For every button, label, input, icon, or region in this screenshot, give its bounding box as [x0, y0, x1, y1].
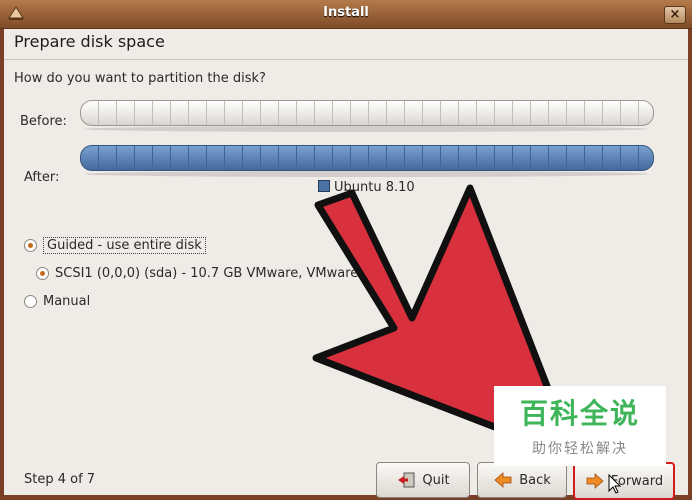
quit-icon [398, 472, 415, 488]
after-partition-bar [80, 145, 654, 171]
heading-divider [4, 59, 688, 60]
before-partition-bar [80, 100, 654, 126]
legend-swatch [318, 180, 330, 192]
quit-button[interactable]: Quit [376, 462, 470, 498]
watermark-title: 百科全说 [519, 397, 640, 430]
disk-radio[interactable] [36, 267, 49, 280]
step-indicator: Step 4 of 7 [24, 472, 96, 487]
title-bar: Install × [0, 0, 692, 29]
disk-option[interactable]: SCSI1 (0,0,0) (sda) - 10.7 GB VMware, VM… [36, 266, 358, 281]
before-label: Before: [20, 114, 67, 129]
before-bar-shadow [84, 126, 648, 132]
after-bar-shadow [84, 171, 648, 177]
guided-label: Guided - use entire disk [43, 237, 206, 254]
disk-label: SCSI1 (0,0,0) (sda) - 10.7 GB VMware, VM… [55, 266, 359, 281]
guided-radio[interactable] [24, 239, 37, 252]
watermark-subtitle: 助你轻松解决 [532, 441, 628, 457]
partition-question: How do you want to partition the disk? [14, 71, 266, 86]
window-title: Install [323, 5, 369, 20]
close-icon: × [669, 7, 681, 22]
mouse-cursor-icon [608, 474, 622, 494]
manual-option[interactable]: Manual [24, 294, 90, 309]
watermark-badge: 百科全说 助你轻松解决 [494, 386, 666, 466]
forward-arrow-icon [586, 473, 604, 489]
after-label: After: [24, 170, 60, 185]
page-title: Prepare disk space [14, 32, 165, 51]
legend-label: Ubuntu 8.10 [334, 180, 415, 195]
partition-legend: Ubuntu 8.10 [318, 180, 415, 195]
quit-label: Quit [422, 472, 450, 488]
back-label: Back [519, 472, 551, 488]
manual-radio[interactable] [24, 295, 37, 308]
guided-option[interactable]: Guided - use entire disk [24, 237, 206, 254]
manual-label: Manual [43, 294, 91, 309]
back-arrow-icon [494, 472, 512, 488]
close-button[interactable]: × [664, 6, 686, 24]
back-button[interactable]: Back [477, 462, 567, 498]
forward-button[interactable]: Forward [573, 462, 675, 500]
